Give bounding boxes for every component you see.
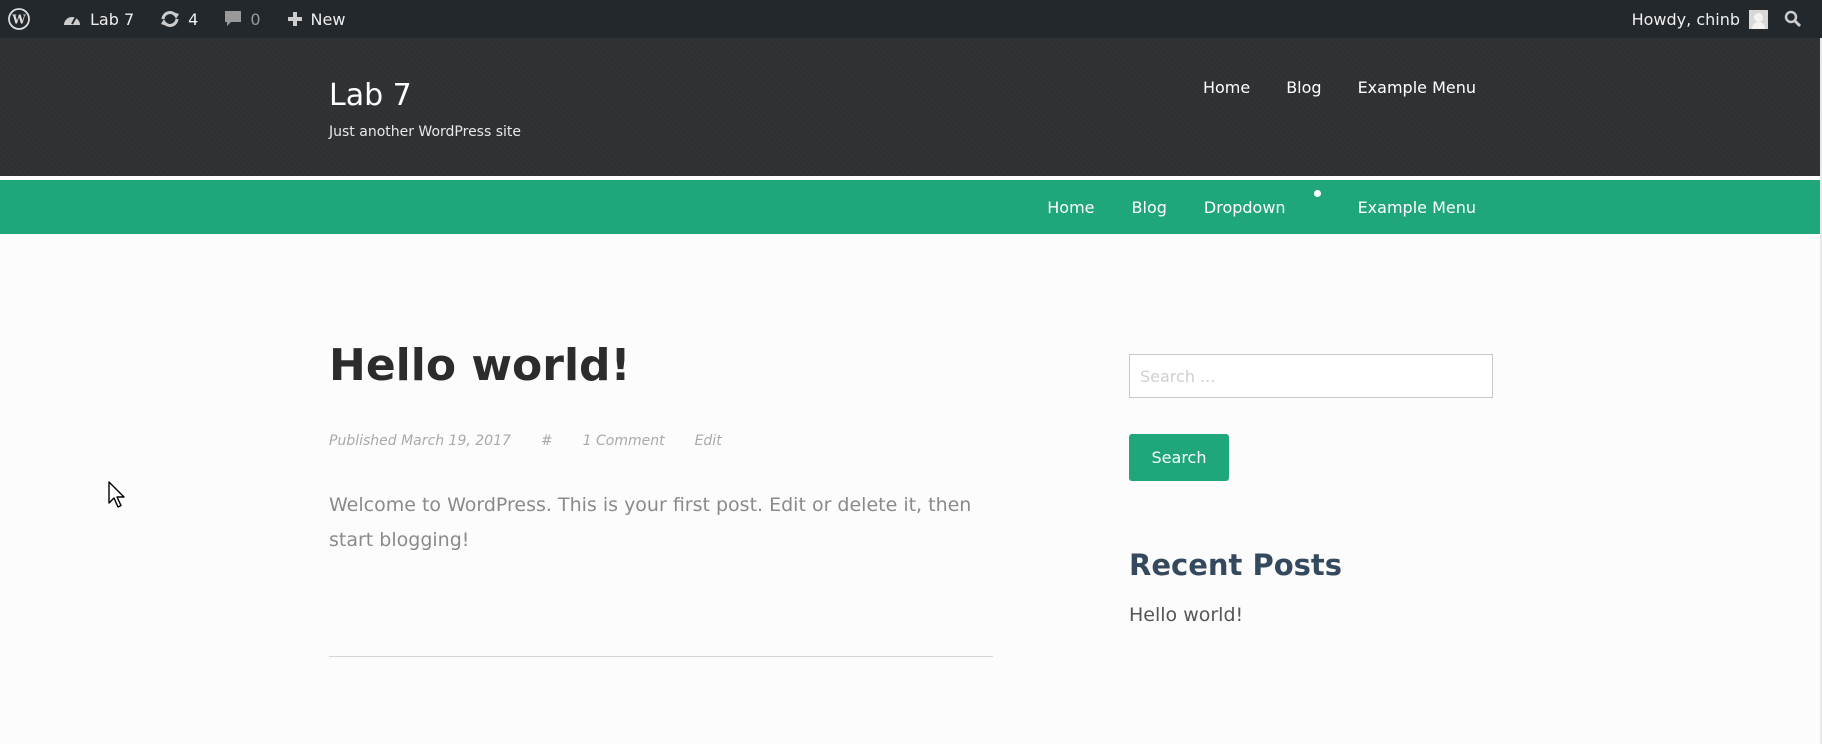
post-divider [329,656,993,657]
recent-post-link[interactable]: Hello world! [1129,604,1243,626]
wordpress-logo-icon: W [8,8,30,30]
recent-posts-title: Recent Posts [1129,548,1343,582]
menu-item-example-menu[interactable]: Example Menu [1358,78,1476,97]
dashboard-icon [64,16,80,25]
site-name-menu[interactable]: Lab 7 [53,0,143,38]
plus-icon [287,12,302,26]
my-account-menu[interactable]: Howdy, chinb [1623,0,1772,38]
post-title[interactable]: Hello world! [329,340,631,391]
comments-menu[interactable]: 0 [215,0,269,38]
site-title[interactable]: Lab 7 [329,78,412,113]
search-icon [1784,10,1802,28]
avatar [1749,9,1768,29]
primary-menu: Home Blog Example Menu [1203,78,1476,97]
secondary-menu-item-example-menu[interactable]: Example Menu [1358,198,1476,217]
post-content: Welcome to WordPress. This is your first… [329,494,972,551]
greeting-text: Howdy, chinb [1631,9,1740,29]
menu-item-home[interactable]: Home [1203,78,1250,97]
secondary-menu-item-dropdown[interactable]: Dropdown [1203,190,1321,217]
updates-icon [161,11,180,27]
new-label: New [310,9,346,29]
secondary-menu-item-blog[interactable]: Blog [1132,198,1167,217]
post-comments-link[interactable]: 1 Comment [583,433,665,449]
site-header: Lab 7 Just another WordPress site Home B… [0,38,1822,176]
search-input[interactable] [1129,354,1493,398]
post-edit-link[interactable]: Edit [695,433,722,449]
site-tagline: Just another WordPress site [329,124,522,140]
site-name-label: Lab 7 [90,9,135,29]
updates-count: 4 [188,9,199,29]
post-meta: Published March 19, 2017 # 1 Comment Edi… [329,433,722,449]
search-button[interactable]: Search [1129,434,1229,481]
post-date[interactable]: Published March 19, 2017 [329,433,511,449]
admin-search-toggle[interactable] [1772,0,1822,38]
secondary-menu-item-home[interactable]: Home [1047,198,1094,217]
menu-item-blog[interactable]: Blog [1286,78,1321,97]
post-permalink[interactable]: # [541,433,553,449]
dropdown-label: Dropdown [1203,198,1286,217]
wp-logo-menu[interactable]: W [0,0,39,38]
dropdown-indicator-icon [1313,190,1321,197]
comment-icon [225,11,242,26]
secondary-menu: Home Blog Dropdown Example Menu [1047,190,1476,217]
secondary-nav-bar: Home Blog Dropdown Example Menu [0,180,1822,234]
mouse-cursor-icon [108,481,125,508]
admin-bar: W Lab 7 4 0 New Howdy, chinb [0,0,1822,38]
svg-text:W: W [11,13,26,27]
new-content-menu[interactable]: New [278,0,355,38]
updates-menu[interactable]: 4 [151,0,207,38]
comments-count: 0 [250,9,261,29]
